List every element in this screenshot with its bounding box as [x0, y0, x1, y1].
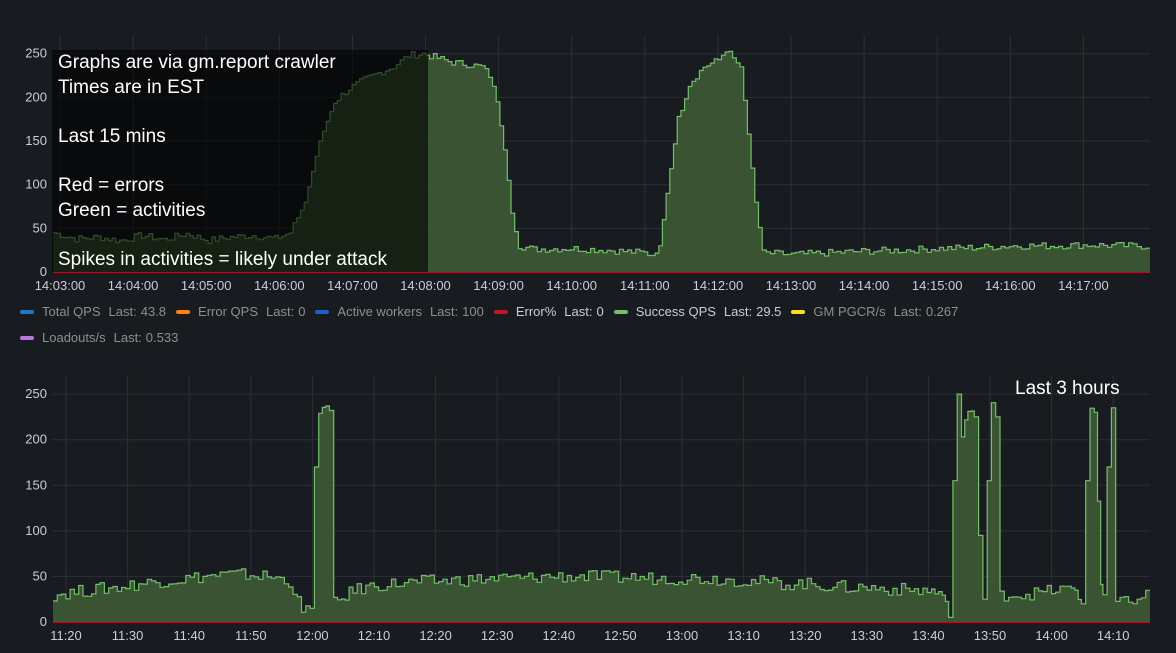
x-tick-label: 13:30 — [851, 628, 884, 643]
x-tick-label: 14:11:00 — [620, 278, 670, 293]
legend-swatch — [791, 310, 806, 314]
legend-last-label: Last: — [266, 304, 295, 319]
y-tick-label: 50 — [33, 220, 47, 235]
x-tick-label: 13:20 — [789, 628, 822, 643]
legend-item[interactable]: Active workers Last: 100 — [315, 300, 484, 324]
annotation-line — [58, 149, 387, 174]
annotation-line: Last 15 mins — [58, 125, 166, 147]
y-tick-label: 100 — [25, 177, 47, 192]
legend-last-value: 100 — [462, 304, 484, 319]
annotation-text: Graphs are via gm.report crawler Times ar… — [58, 51, 387, 272]
legend-last-value: 0 — [298, 304, 306, 319]
legend-last-value: 43.8 — [140, 304, 167, 319]
x-tick-label: 11:30 — [112, 628, 144, 643]
y-tick-label: 150 — [25, 133, 47, 148]
x-tick-label: 14:10 — [1097, 628, 1130, 643]
y-tick-label: 0 — [40, 264, 47, 279]
legend-last-value: 29.5 — [756, 304, 782, 319]
x-tick-label: 14:03:00 — [35, 278, 86, 293]
legend-series-name: Loadouts/s — [42, 330, 106, 345]
legend-swatch — [315, 310, 330, 314]
legend-swatch — [20, 310, 34, 314]
x-tick-label: 14:07:00 — [327, 278, 378, 293]
legend-item[interactable]: Loadouts/s Last: 0.533 — [20, 326, 178, 350]
series-success-area — [53, 394, 1150, 622]
legend-series-name: Error QPS — [198, 304, 258, 319]
legend-last-value: 0.267 — [925, 304, 959, 319]
x-tick-label: 12:20 — [419, 628, 452, 643]
x-tick-label: 14:09:00 — [473, 278, 524, 293]
x-tick-label: 14:04:00 — [108, 278, 159, 293]
bottom-annotation: Last 3 hours — [1015, 378, 1120, 399]
legend-last-label: Last: — [113, 330, 142, 345]
legend-last-value: 0 — [596, 304, 604, 319]
annotation-line — [58, 223, 387, 248]
y-tick-label: 150 — [25, 477, 47, 492]
x-tick-label: 13:00 — [666, 628, 699, 643]
legend: Total QPS Last: 43.8 Error QPS Last: 0 Active … — [20, 298, 1120, 350]
legend-last-value: 0.533 — [145, 330, 179, 345]
legend-swatch — [493, 310, 508, 314]
y-tick-label: 100 — [25, 523, 47, 538]
legend-series-name: GM PGCR/s — [813, 304, 886, 319]
y-tick-label: 200 — [25, 89, 47, 104]
legend-last-label: Last: — [893, 304, 922, 319]
legend-last-label: Last: — [723, 304, 753, 319]
legend-series-name: Error% — [515, 304, 557, 319]
chart-bottom-3-hours: 0 50 100 150 200 250 11:20 11:30 11:40 11:50 12:00… — [25, 375, 1150, 643]
x-tick-label: 12:10 — [358, 628, 391, 643]
annotation-line: Spikes in activities = likely under atta… — [58, 248, 387, 270]
x-tick-label: 14:16:00 — [985, 278, 1036, 293]
y-tick-label: 0 — [40, 614, 47, 629]
legend-last-label: Last: — [429, 304, 459, 319]
x-tick-label: 12:40 — [543, 628, 576, 643]
annotation-line — [58, 100, 387, 125]
x-tick-label: 14:15:00 — [912, 278, 963, 293]
x-tick-label: 14:17:00 — [1058, 278, 1109, 293]
x-tick-label: 14:14:00 — [839, 278, 890, 293]
legend-series-name: Success QPS — [635, 304, 716, 319]
y-tick-label: 200 — [25, 432, 47, 447]
x-tick-label: 11:50 — [235, 628, 267, 643]
x-tick-label: 14:13:00 — [766, 278, 817, 293]
x-tick-label: 11:20 — [50, 628, 82, 643]
x-tick-label: 14:06:00 — [254, 278, 305, 293]
legend-series-name: Active workers — [337, 304, 422, 319]
y-tick-label: 250 — [25, 386, 47, 401]
legend-item[interactable]: Error% Last: 0 — [493, 300, 604, 324]
legend-last-label: Last: — [108, 304, 137, 319]
x-tick-label: 14:00 — [1035, 628, 1068, 643]
legend-item[interactable]: Total QPS Last: 43.8 — [20, 300, 166, 324]
x-tick-label: 12:50 — [604, 628, 637, 643]
x-tick-label: 13:40 — [912, 628, 945, 643]
x-tick-label: 14:08:00 — [400, 278, 451, 293]
legend-item[interactable]: Error QPS Last: 0 — [176, 300, 305, 324]
legend-swatch — [176, 310, 191, 314]
x-tick-label: 14:05:00 — [181, 278, 232, 293]
annotation-line: Green = activities — [58, 199, 206, 221]
annotation-line: Red = errors — [58, 174, 165, 196]
legend-series-name: Total QPS — [42, 304, 101, 319]
annotation-line: Graphs are via gm.report crawler — [58, 52, 336, 73]
x-tick-label: 12:30 — [481, 628, 514, 643]
x-tick-label: 13:10 — [727, 628, 760, 643]
legend-swatch — [613, 310, 628, 314]
legend-item[interactable]: GM PGCR/s Last: 0.267 — [791, 300, 958, 324]
x-tick-label: 12:00 — [296, 628, 329, 643]
legend-swatch — [20, 336, 34, 340]
x-tick-label: 14:10:00 — [546, 278, 597, 293]
x-tick-label: 11:40 — [173, 628, 205, 643]
legend-item[interactable]: Success QPS Last: 29.5 — [613, 300, 782, 324]
annotation-line: Times are in EST — [58, 76, 205, 98]
legend-last-label: Last: — [564, 304, 593, 319]
x-tick-label: 14:12:00 — [693, 278, 744, 293]
y-tick-label: 50 — [33, 568, 47, 583]
x-tick-label: 13:50 — [974, 628, 1007, 643]
y-tick-label: 250 — [25, 46, 47, 61]
